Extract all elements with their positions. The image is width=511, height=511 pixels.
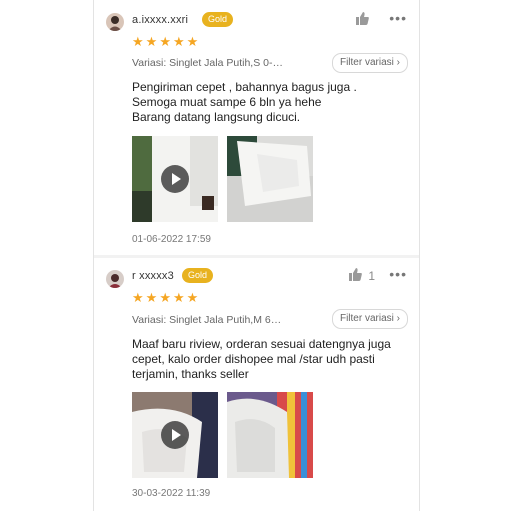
star-icon: ★ [145,290,158,305]
review-text: Maaf baru riview, orderan sesuai datengn… [132,337,412,382]
reviews-panel: a.ixxxx.xxri Gold ••• ★ ★ ★ ★ ★ Variasi:… [93,0,420,511]
review-text-line: cepet, kalo order dishopee mal /star udh… [132,352,375,366]
username[interactable]: a.ixxxx.xxri [132,14,188,26]
review-card: r xxxxx3 Gold 1 ••• ★ ★ ★ ★ ★ Variasi: S… [94,258,419,511]
star-icon: ★ [132,290,144,305]
username[interactable]: r xxxxx3 [132,270,174,282]
avatar[interactable] [106,270,124,288]
gold-badge: Gold [182,268,214,283]
filter-variant-button[interactable]: Filter variasi › [331,309,408,329]
star-icon: ★ [159,290,171,305]
filter-label: Filter variasi [339,57,394,68]
like-button[interactable] [355,12,375,28]
star-icon: ★ [145,34,158,49]
play-icon[interactable] [161,165,189,193]
review-photo-thumbnail[interactable] [227,392,313,478]
thumbs-up-icon [355,12,369,28]
review-date: 30-03-2022 11:39 [132,488,211,499]
thumbs-up-icon [348,268,363,284]
star-icon: ★ [186,34,199,49]
review-text-line: Pengiriman cepet , bahannya bagus juga . [132,80,357,94]
chevron-right-icon: › [396,57,400,68]
star-icon: ★ [172,34,185,49]
review-date: 01-06-2022 17:59 [132,234,211,245]
avatar[interactable] [106,13,124,31]
review-text-line: Maaf baru riview, orderan sesuai datengn… [132,337,391,351]
more-dots-icon[interactable]: ••• [389,266,407,282]
more-dots-icon[interactable]: ••• [389,10,407,26]
chevron-right-icon: › [396,313,400,324]
like-button[interactable]: 1 [348,268,375,284]
star-rating: ★ ★ ★ ★ ★ [132,291,198,304]
star-icon: ★ [186,290,199,305]
star-icon: ★ [132,34,144,49]
star-icon: ★ [159,34,171,49]
review-text-line: Semoga muat sampe 6 bln ya hehe [132,95,322,109]
variant-text: Variasi: Singlet Jala Putih,S 0-… [132,57,283,69]
star-icon: ★ [172,290,185,305]
play-icon[interactable] [161,421,189,449]
like-count: 1 [368,269,375,283]
review-video-thumbnail[interactable] [132,136,218,222]
review-text-line: terjamin, thanks seller [132,367,249,381]
review-text-line: Barang datang langsung dicuci. [132,110,301,124]
variant-text: Variasi: Singlet Jala Putih,M 6… [132,314,282,326]
gold-badge: Gold [202,12,234,27]
star-rating: ★ ★ ★ ★ ★ [132,35,198,48]
review-card: a.ixxxx.xxri Gold ••• ★ ★ ★ ★ ★ Variasi:… [94,0,419,256]
review-photo-thumbnail[interactable] [227,136,313,222]
filter-label: Filter variasi [339,313,394,324]
filter-variant-button[interactable]: Filter variasi › [331,53,408,73]
review-video-thumbnail[interactable] [132,392,218,478]
review-text: Pengiriman cepet , bahannya bagus juga .… [132,80,412,125]
